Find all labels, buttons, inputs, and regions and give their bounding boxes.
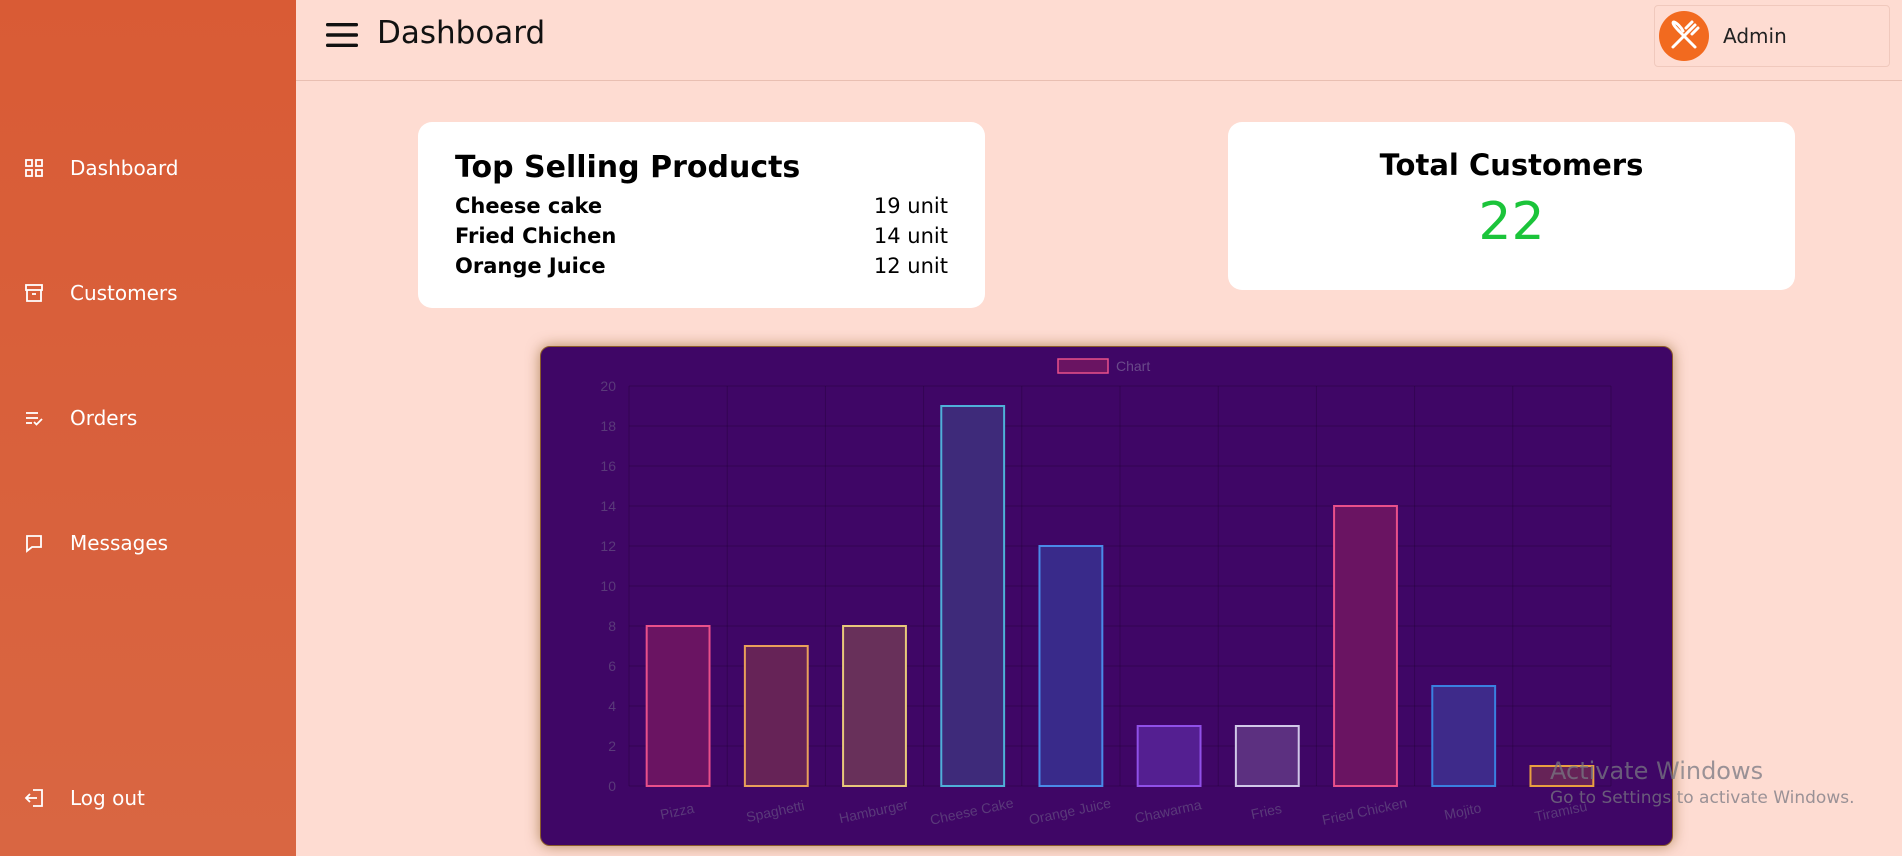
y-tick-label: 8 bbox=[608, 618, 616, 634]
chart-bar bbox=[1038, 545, 1104, 787]
sidebar-item-label: Dashboard bbox=[70, 156, 179, 180]
list-check-icon bbox=[26, 412, 43, 426]
grid-icon bbox=[25, 159, 43, 177]
logout-label: Log out bbox=[70, 786, 145, 810]
chart-bar bbox=[1234, 725, 1300, 787]
card-title: Total Customers bbox=[1379, 148, 1644, 182]
product-row: Cheese cake 19 unit bbox=[455, 191, 948, 221]
legend-label: Chart bbox=[1116, 358, 1150, 374]
watermark-title: Activate Windows bbox=[1550, 757, 1764, 785]
product-qty: 14 unit bbox=[873, 224, 948, 248]
chart-bar bbox=[1431, 685, 1497, 787]
y-tick-label: 12 bbox=[600, 538, 616, 554]
top-bar: Dashboard Admin bbox=[296, 0, 1902, 81]
avatar bbox=[1659, 11, 1709, 61]
top-selling-card: Top Selling Products Cheese cake 19 unit… bbox=[418, 122, 985, 308]
chart-bar bbox=[842, 625, 907, 787]
x-tick-label: Cheese Cake bbox=[929, 794, 1016, 827]
legend-swatch bbox=[1057, 358, 1109, 374]
watermark-subtitle: Go to Settings to activate Windows. bbox=[1550, 788, 1855, 808]
y-tick-label: 6 bbox=[608, 658, 616, 674]
chart-bar bbox=[743, 645, 809, 787]
page-title: Dashboard bbox=[377, 15, 546, 51]
logout-icon bbox=[24, 789, 43, 807]
sidebar-item-label: Messages bbox=[70, 531, 169, 555]
x-tick-label: Fried Chicken bbox=[1321, 794, 1409, 828]
logout-button[interactable]: Log out bbox=[24, 786, 145, 810]
fork-knife-icon bbox=[1671, 20, 1700, 49]
message-icon bbox=[26, 535, 42, 553]
y-tick-label: 16 bbox=[600, 458, 616, 474]
product-name: Orange Juice bbox=[455, 254, 606, 278]
sidebar-item-orders[interactable]: Orders bbox=[24, 406, 137, 430]
sidebar-item-messages[interactable]: Messages bbox=[24, 531, 168, 555]
x-tick-label: Pizza bbox=[659, 800, 696, 823]
x-tick-label: Mojito bbox=[1443, 799, 1483, 822]
chart-bar bbox=[1333, 505, 1398, 787]
sidebar-item-label: Customers bbox=[70, 281, 178, 305]
x-tick-label: Spaghetti bbox=[745, 797, 806, 825]
customer-count: 22 bbox=[1478, 192, 1545, 252]
product-qty: 12 unit bbox=[873, 254, 948, 278]
y-tick-label: 14 bbox=[600, 498, 616, 514]
x-tick-label: Hamburger bbox=[838, 796, 910, 826]
product-name: Cheese cake bbox=[455, 194, 603, 218]
user-name: Admin bbox=[1723, 24, 1787, 48]
y-tick-label: 4 bbox=[608, 698, 616, 714]
sidebar-item-dashboard[interactable]: Dashboard bbox=[24, 156, 179, 180]
hamburger-menu-icon[interactable] bbox=[326, 22, 358, 48]
archive-icon bbox=[25, 284, 43, 302]
bar-chart: 0 2 4 6 8 10 12 14 16 18 20 Pizza Spaghetti Hamburger… bbox=[600, 358, 1612, 828]
activate-windows-watermark: Activate Windows Go to Settings to activ… bbox=[1550, 757, 1855, 808]
y-tick-label: 10 bbox=[600, 578, 616, 594]
sales-chart: 0 2 4 6 8 10 12 14 16 18 20 Pizza Spaghetti Hamburger… bbox=[540, 346, 1673, 846]
sidebar-item-label: Orders bbox=[70, 406, 138, 430]
y-tick-label: 0 bbox=[608, 778, 616, 794]
sidebar: Dashboard Customers Orders Messages Log … bbox=[0, 0, 296, 856]
card-title: Top Selling Products bbox=[455, 150, 801, 185]
sidebar-item-customers[interactable]: Customers bbox=[24, 281, 178, 305]
product-name: Fried Chichen bbox=[455, 224, 617, 248]
chart-bar bbox=[1136, 725, 1202, 787]
product-row: Fried Chichen 14 unit bbox=[455, 221, 948, 251]
x-tick-label: Orange Juice bbox=[1027, 795, 1112, 828]
x-tick-label: Chawarma bbox=[1133, 796, 1203, 826]
x-tick-label: Fries bbox=[1249, 800, 1283, 822]
y-tick-label: 2 bbox=[608, 738, 616, 754]
user-menu[interactable]: Admin bbox=[1654, 5, 1890, 67]
chart-bar bbox=[940, 405, 1006, 787]
y-tick-label: 20 bbox=[600, 378, 616, 394]
y-tick-label: 18 bbox=[600, 418, 616, 434]
product-row: Orange Juice 12 unit bbox=[455, 251, 948, 281]
total-customers-card: Total Customers 22 bbox=[1228, 122, 1795, 290]
chart-bar bbox=[645, 625, 711, 787]
product-qty: 19 unit bbox=[873, 194, 948, 218]
